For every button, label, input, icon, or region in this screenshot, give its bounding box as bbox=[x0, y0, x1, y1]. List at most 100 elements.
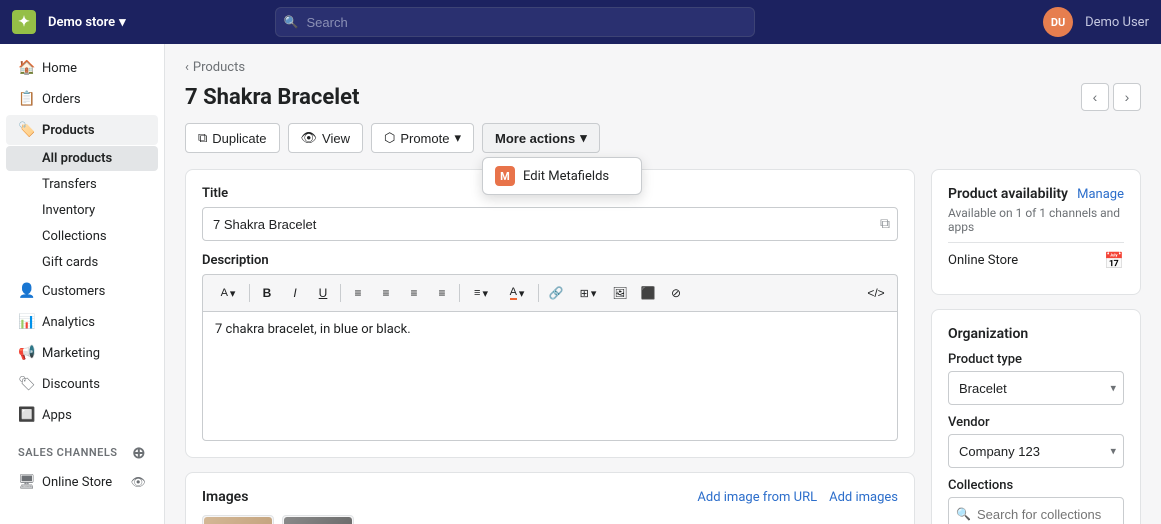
sidebar-item-label: Online Store bbox=[42, 475, 112, 490]
more-actions-dropdown: M Edit Metafields bbox=[482, 157, 642, 195]
toolbar: ⧉ Duplicate 👁 View ⬡ Promote ▾ More acti… bbox=[185, 123, 1141, 153]
sidebar-subitem-all-products[interactable]: All products bbox=[6, 146, 158, 171]
breadcrumb[interactable]: ‹ Products bbox=[185, 60, 1141, 75]
product-image-2[interactable] bbox=[282, 515, 354, 524]
top-navigation: ✦ Demo store ▾ 🔍 DU Demo User bbox=[0, 0, 1161, 44]
sidebar-subitem-gift-cards[interactable]: Gift cards bbox=[6, 250, 158, 275]
sidebar-item-marketing[interactable]: 📢 Marketing bbox=[6, 338, 158, 368]
align-btn[interactable]: ≡▾ bbox=[464, 281, 498, 305]
description-editor[interactable]: 7 chakra bracelet, in blue or black. bbox=[202, 311, 898, 441]
copy-icon[interactable]: ⧉ bbox=[880, 216, 890, 232]
collections-search: 🔍 bbox=[948, 497, 1124, 524]
org-title: Organization bbox=[948, 326, 1124, 342]
images-title: Images bbox=[202, 489, 248, 505]
bracelet-image-2 bbox=[284, 517, 352, 524]
font-size-btn[interactable]: A▾ bbox=[211, 281, 245, 305]
sidebar-item-online-store[interactable]: 🖥 Online Store 👁 bbox=[6, 467, 158, 497]
ordered-list-btn[interactable]: ≡ bbox=[373, 281, 399, 305]
customers-icon: 👤 bbox=[18, 283, 34, 299]
user-name[interactable]: Demo User bbox=[1085, 15, 1149, 30]
toolbar-divider bbox=[459, 284, 460, 302]
image-btn[interactable]: 🖼 bbox=[607, 281, 633, 305]
calendar-icon[interactable]: 📅 bbox=[1104, 251, 1124, 270]
search-input[interactable] bbox=[275, 7, 755, 37]
sidebar-item-discounts[interactable]: 🏷 Discounts bbox=[6, 369, 158, 399]
visibility-icon[interactable]: 👁 bbox=[131, 475, 146, 489]
sidebar-item-label: Analytics bbox=[42, 315, 95, 330]
avatar[interactable]: DU bbox=[1043, 7, 1073, 37]
duplicate-button[interactable]: ⧉ Duplicate bbox=[185, 123, 280, 153]
next-product-button[interactable]: › bbox=[1113, 83, 1141, 111]
more-actions-button[interactable]: More actions ▾ bbox=[482, 123, 600, 153]
product-type-wrapper: Bracelet ▾ bbox=[948, 371, 1124, 405]
bold-btn[interactable]: B bbox=[254, 281, 280, 305]
source-btn[interactable]: </> bbox=[863, 281, 889, 305]
sidebar-subitem-transfers[interactable]: Transfers bbox=[6, 172, 158, 197]
images-card: Images Add image from URL Add images bbox=[185, 472, 915, 524]
edit-metafields-item[interactable]: M Edit Metafields bbox=[483, 158, 641, 194]
sidebar-item-apps[interactable]: 🔲 Apps bbox=[6, 400, 158, 430]
table-btn[interactable]: ⊞▾ bbox=[571, 281, 605, 305]
link-btn[interactable]: 🔗 bbox=[543, 281, 569, 305]
toolbar-divider bbox=[249, 284, 250, 302]
sidebar-item-label: Customers bbox=[42, 284, 105, 299]
products-icon: 🏷️ bbox=[18, 122, 34, 138]
availability-desc: Available on 1 of 1 channels and apps bbox=[948, 206, 1124, 234]
apps-icon: 🔲 bbox=[18, 407, 34, 423]
chevron-left-icon: ‹ bbox=[185, 60, 189, 75]
marketing-icon: 📢 bbox=[18, 345, 34, 361]
product-type-select[interactable]: Bracelet bbox=[948, 371, 1124, 405]
chevron-down-icon: ▾ bbox=[580, 130, 587, 146]
outdent-btn[interactable]: ≡ bbox=[429, 281, 455, 305]
content-row: Title ⧉ Description A▾ B I U bbox=[185, 169, 1141, 524]
editor-toolbar: A▾ B I U ≡ ≡ ≡ ≡ ≡▾ bbox=[202, 274, 898, 311]
add-images-link[interactable]: Add images bbox=[829, 490, 898, 505]
sidebar-item-orders[interactable]: 📋 Orders bbox=[6, 84, 158, 114]
availability-header: Product availability Manage bbox=[948, 186, 1124, 202]
sidebar-item-home[interactable]: 🏠 Home bbox=[6, 53, 158, 83]
sidebar-subitem-collections[interactable]: Collections bbox=[6, 224, 158, 249]
page-header: 7 Shakra Bracelet ‹ › bbox=[185, 83, 1141, 111]
sidebar-item-label: Apps bbox=[42, 408, 72, 423]
promote-button[interactable]: ⬡ Promote ▾ bbox=[371, 123, 474, 153]
sidebar-item-label: Discounts bbox=[42, 377, 100, 392]
vendor-label: Vendor bbox=[948, 415, 1124, 430]
view-button[interactable]: 👁 View bbox=[288, 123, 363, 153]
collections-search-input[interactable] bbox=[948, 497, 1124, 524]
bracelet-image-1 bbox=[204, 517, 272, 524]
sidebar-item-products[interactable]: 🏷️ Products bbox=[6, 115, 158, 145]
embed-btn[interactable]: ⬛ bbox=[635, 281, 661, 305]
sidebar-sub-label: Collections bbox=[42, 229, 107, 244]
title-input-wrapper: ⧉ bbox=[202, 207, 898, 241]
product-image-1[interactable] bbox=[202, 515, 274, 524]
vendor-select[interactable]: Company 123 bbox=[948, 434, 1124, 468]
discounts-icon: 🏷 bbox=[18, 376, 34, 392]
indent-btn[interactable]: ≡ bbox=[401, 281, 427, 305]
organization-card: Organization Product type Bracelet ▾ Ven… bbox=[931, 309, 1141, 524]
sidebar-subitem-inventory[interactable]: Inventory bbox=[6, 198, 158, 223]
store-name[interactable]: Demo store ▾ bbox=[48, 15, 126, 30]
sidebar-sub-label: Inventory bbox=[42, 203, 95, 218]
font-color-btn[interactable]: A▾ bbox=[500, 281, 534, 305]
title-input[interactable] bbox=[202, 207, 898, 241]
clear-btn[interactable]: ⊘ bbox=[663, 281, 689, 305]
collections-label: Collections bbox=[948, 478, 1124, 493]
prev-product-button[interactable]: ‹ bbox=[1081, 83, 1109, 111]
sidebar-item-label: Marketing bbox=[42, 346, 100, 361]
sidebar: 🏠 Home 📋 Orders 🏷️ Products All products… bbox=[0, 44, 165, 524]
manage-link[interactable]: Manage bbox=[1077, 187, 1124, 202]
online-store-label: Online Store bbox=[948, 253, 1018, 268]
add-sales-channel-icon[interactable]: ⊕ bbox=[132, 443, 146, 462]
italic-btn[interactable]: I bbox=[282, 281, 308, 305]
description-field-label: Description bbox=[202, 253, 898, 268]
sidebar-item-analytics[interactable]: 📊 Analytics bbox=[6, 307, 158, 337]
unordered-list-btn[interactable]: ≡ bbox=[345, 281, 371, 305]
add-image-url-link[interactable]: Add image from URL bbox=[697, 490, 817, 505]
sidebar-item-customers[interactable]: 👤 Customers bbox=[6, 276, 158, 306]
sidebar-item-label: Products bbox=[42, 123, 95, 138]
sidebar-sub-label: All products bbox=[42, 151, 112, 166]
nav-arrows: ‹ › bbox=[1081, 83, 1141, 111]
underline-btn[interactable]: U bbox=[310, 281, 336, 305]
chevron-down-icon: ▾ bbox=[119, 15, 126, 30]
metafields-icon: M bbox=[495, 166, 515, 186]
